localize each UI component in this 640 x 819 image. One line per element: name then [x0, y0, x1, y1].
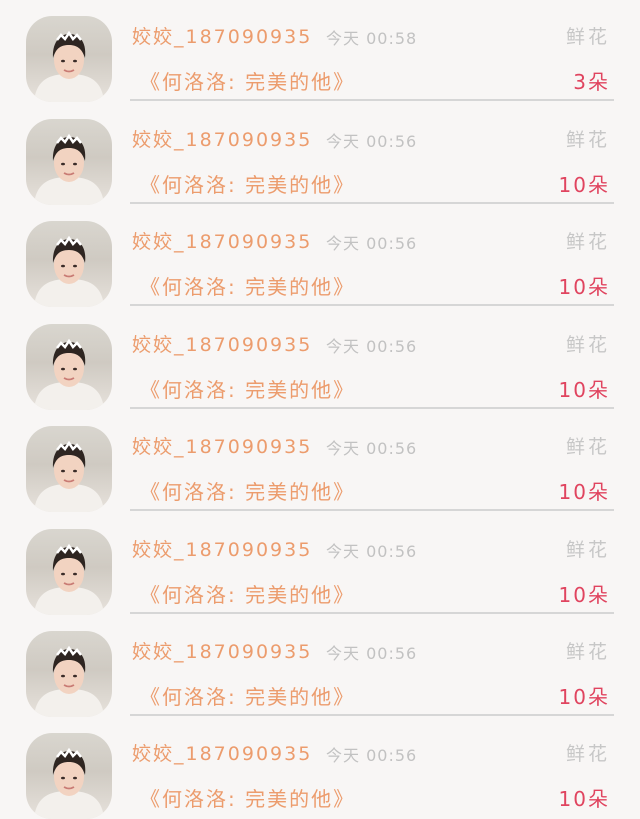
avatar[interactable] — [26, 426, 112, 512]
row-divider — [130, 407, 614, 409]
list-item[interactable]: 姣姣_187090935 今天 00:56 鲜花 《何洛洛: 完美的他》 10朵 — [0, 205, 640, 307]
avatar[interactable] — [26, 221, 112, 307]
gift-type-label: 鲜花 — [565, 641, 610, 663]
gift-type-label: 鲜花 — [565, 129, 610, 151]
avatar[interactable] — [26, 631, 112, 717]
user-name[interactable]: 姣姣_187090935 — [132, 125, 312, 152]
gift-type-label: 鲜花 — [565, 231, 610, 253]
avatar-portrait-icon — [34, 235, 104, 307]
gift-type-label: 鲜花 — [565, 539, 610, 561]
avatar-portrait-icon — [34, 440, 104, 512]
timestamp: 今天 00:56 — [326, 132, 418, 151]
user-name[interactable]: 姣姣_187090935 — [132, 22, 312, 49]
avatar-portrait-icon — [34, 30, 104, 102]
song-title[interactable]: 《何洛洛: 完美的他》 — [140, 579, 355, 608]
timestamp: 今天 00:56 — [326, 542, 418, 561]
avatar[interactable] — [26, 324, 112, 410]
avatar[interactable] — [26, 119, 112, 205]
list-item[interactable]: 姣姣_187090935 今天 00:56 鲜花 《何洛洛: 完美的他》 10朵 — [0, 410, 640, 512]
timestamp: 今天 00:56 — [326, 746, 418, 765]
gift-count: 10朵 — [558, 173, 610, 197]
song-title[interactable]: 《何洛洛: 完美的他》 — [140, 681, 355, 710]
row-divider — [130, 304, 614, 306]
gift-count: 10朵 — [558, 583, 610, 607]
timestamp: 今天 00:56 — [326, 439, 418, 458]
gift-count: 10朵 — [558, 480, 610, 504]
avatar-portrait-icon — [34, 133, 104, 205]
gift-type-label: 鲜花 — [565, 334, 610, 356]
gift-record-list: 姣姣_187090935 今天 00:58 鲜花 《何洛洛: 完美的他》 3朵 … — [0, 0, 640, 819]
user-name[interactable]: 姣姣_187090935 — [132, 227, 312, 254]
song-title[interactable]: 《何洛洛: 完美的他》 — [140, 374, 355, 403]
gift-count: 10朵 — [558, 787, 610, 811]
song-title[interactable]: 《何洛洛: 完美的他》 — [140, 271, 355, 300]
row-divider — [130, 509, 614, 511]
avatar[interactable] — [26, 529, 112, 615]
list-item[interactable]: 姣姣_187090935 今天 00:56 鲜花 《何洛洛: 完美的他》 10朵 — [0, 615, 640, 717]
row-divider — [130, 714, 614, 716]
row-divider — [130, 99, 614, 101]
list-item[interactable]: 姣姣_187090935 今天 00:58 鲜花 《何洛洛: 完美的他》 3朵 — [0, 0, 640, 102]
timestamp: 今天 00:56 — [326, 337, 418, 356]
user-name[interactable]: 姣姣_187090935 — [132, 330, 312, 357]
song-title[interactable]: 《何洛洛: 完美的他》 — [140, 66, 355, 95]
list-item[interactable]: 姣姣_187090935 今天 00:56 鲜花 《何洛洛: 完美的他》 10朵 — [0, 717, 640, 819]
gift-type-label: 鲜花 — [565, 436, 610, 458]
gift-type-label: 鲜花 — [565, 26, 610, 48]
gift-count: 10朵 — [558, 275, 610, 299]
avatar-portrait-icon — [34, 747, 104, 819]
avatar[interactable] — [26, 733, 112, 819]
user-name[interactable]: 姣姣_187090935 — [132, 637, 312, 664]
avatar-portrait-icon — [34, 645, 104, 717]
list-item[interactable]: 姣姣_187090935 今天 00:56 鲜花 《何洛洛: 完美的他》 10朵 — [0, 308, 640, 410]
gift-count: 10朵 — [558, 685, 610, 709]
timestamp: 今天 00:56 — [326, 644, 418, 663]
avatar-portrait-icon — [34, 543, 104, 615]
user-name[interactable]: 姣姣_187090935 — [132, 739, 312, 766]
row-divider — [130, 202, 614, 204]
avatar[interactable] — [26, 16, 112, 102]
gift-count: 3朵 — [573, 70, 610, 94]
timestamp: 今天 00:56 — [326, 234, 418, 253]
user-name[interactable]: 姣姣_187090935 — [132, 432, 312, 459]
timestamp: 今天 00:58 — [326, 29, 418, 48]
song-title[interactable]: 《何洛洛: 完美的他》 — [140, 476, 355, 505]
avatar-portrait-icon — [34, 338, 104, 410]
list-item[interactable]: 姣姣_187090935 今天 00:56 鲜花 《何洛洛: 完美的他》 10朵 — [0, 103, 640, 205]
song-title[interactable]: 《何洛洛: 完美的他》 — [140, 169, 355, 198]
gift-count: 10朵 — [558, 378, 610, 402]
song-title[interactable]: 《何洛洛: 完美的他》 — [140, 783, 355, 812]
gift-type-label: 鲜花 — [565, 743, 610, 765]
user-name[interactable]: 姣姣_187090935 — [132, 535, 312, 562]
list-item[interactable]: 姣姣_187090935 今天 00:56 鲜花 《何洛洛: 完美的他》 10朵 — [0, 513, 640, 615]
row-divider — [130, 612, 614, 614]
